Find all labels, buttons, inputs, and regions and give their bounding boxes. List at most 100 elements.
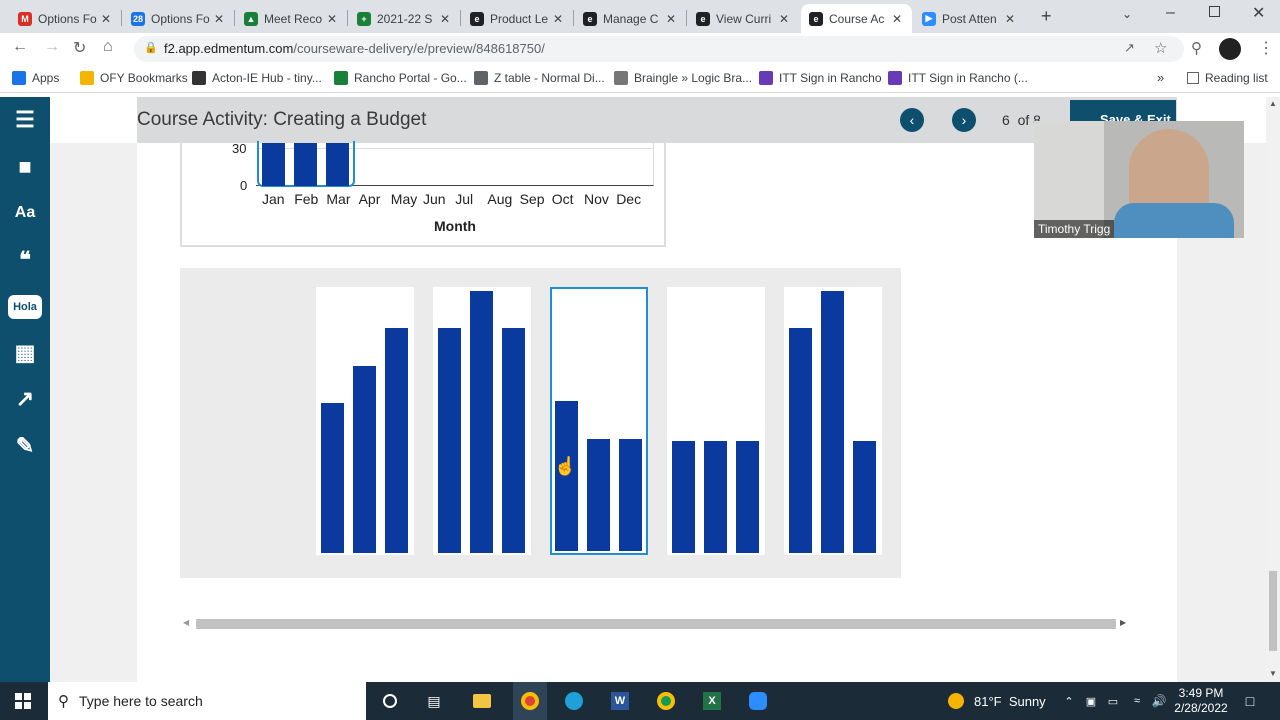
bookmark-item[interactable]: Rancho Portal - Go... [334,71,467,85]
tab-title: Post Atten [942,11,997,26]
close-tab-icon[interactable]: ✕ [664,12,678,26]
bookmark-item[interactable]: Acton-IE Hub - tiny... [192,71,322,85]
weather-widget[interactable]: 81°F Sunny [948,682,1058,720]
tray-overflow-icon[interactable]: ⌃ [1060,682,1078,720]
maximize-button[interactable] [1209,6,1220,17]
back-icon[interactable]: ← [12,38,28,56]
notifications-icon[interactable]: □ [1238,682,1262,720]
browser-tab[interactable]: M Options Fo ✕ [10,4,121,33]
bookmark-item[interactable]: Z table - Normal Di... [474,71,605,85]
chrome-icon[interactable] [513,682,547,720]
video-overlay: Timothy Trigg [1034,121,1244,238]
page-title: Course Activity: Creating a Budget [137,109,427,130]
browser-tab[interactable]: ▲ Meet Reco ✕ [236,4,347,33]
home-icon[interactable]: ⌂ [103,38,113,56]
close-tab-icon[interactable]: ✕ [551,12,565,26]
bookmark-item[interactable]: Apps [12,71,59,85]
excel-icon[interactable]: X [698,682,726,720]
browser-tab[interactable]: e Product Le ✕ [462,4,573,33]
close-tab-icon[interactable]: ✕ [212,12,226,26]
globe-icon [474,71,488,85]
option-bar [853,441,876,553]
vertical-scroll-thumb[interactable] [1269,571,1277,651]
browser-tab[interactable]: +2021-22 S ✕ [349,4,460,33]
close-tab-icon[interactable]: ✕ [777,12,791,26]
menu-icon[interactable]: ☰ [8,103,42,137]
close-tab-icon[interactable]: ✕ [438,12,452,26]
scroll-thumb[interactable] [196,619,1116,629]
chrome-profile-icon[interactable] [652,682,680,720]
close-tab-icon[interactable]: ✕ [99,12,113,26]
forms-icon [759,71,773,85]
bookmark-label: OFY Bookmarks [100,71,188,85]
edmentum-icon: e [696,11,710,26]
close-tab-icon[interactable]: ✕ [1003,12,1017,26]
bookmark-item[interactable]: Braingle » Logic Bra... [614,71,752,85]
address-bar[interactable]: 🔒 f2.app.edmentum.com/courseware-deliver… [134,36,1184,62]
scroll-up-icon[interactable]: ▲ [1269,99,1277,108]
meet-now-icon[interactable]: ▣ [1082,682,1100,720]
bookmark-item[interactable]: OFY Bookmarks [80,71,188,85]
answer-option[interactable] [667,287,765,555]
vertical-scrollbar[interactable]: ▲ ▼ [1266,97,1280,682]
calculator-icon[interactable]: ▦ [8,336,42,370]
browser-menu-icon[interactable]: ⋮ [1258,38,1274,58]
horizontal-scrollbar[interactable]: ◀ ▶ [180,616,1130,632]
graph-icon[interactable]: ↗ [8,382,42,416]
battery-icon[interactable]: ▭ [1104,682,1122,720]
cortana-icon[interactable] [376,682,404,720]
file-explorer-icon[interactable] [468,682,496,720]
extensions-icon[interactable]: ⚲ [1191,39,1202,57]
bookmark-item[interactable]: ITT Sign in Rancho (... [888,71,1028,85]
bookmark-item[interactable]: ITT Sign in Rancho [759,71,882,85]
reading-list-button[interactable]: Reading list [1187,71,1268,85]
edge-icon[interactable] [560,682,588,720]
previous-page-button[interactable]: ‹ [900,108,924,132]
translate-icon[interactable]: Hola [8,295,42,319]
profile-avatar[interactable] [1219,38,1241,60]
browser-tab[interactable]: ▶ Post Atten ✕ [914,4,1025,33]
task-view-icon[interactable]: ▤ [420,682,448,720]
dictionary-icon[interactable]: Aa [8,196,42,230]
option-bar [353,366,376,553]
answer-option[interactable] [784,287,882,555]
answer-option[interactable] [550,287,648,555]
bookmark-star-icon[interactable]: ☆ [1154,39,1167,57]
month-label: Mar [326,191,351,207]
option-bar [470,291,493,553]
browser-tab[interactable]: e Manage C ✕ [575,4,686,33]
reload-icon[interactable]: ↻ [73,38,86,58]
close-tab-icon[interactable]: ✕ [890,12,904,26]
scroll-right-icon[interactable]: ▶ [1120,618,1126,627]
close-tab-icon[interactable]: ✕ [325,12,339,26]
scroll-left-icon[interactable]: ◀ [183,618,189,627]
wifi-icon[interactable]: ≈ [1128,682,1146,720]
highlighter-icon[interactable]: ✎ [8,429,42,463]
browser-tab[interactable]: e View Curri ✕ [688,4,799,33]
clock[interactable]: 3:49 PM 2/28/2022 [1170,682,1232,720]
taskbar-search[interactable]: ⚲ Type here to search [48,682,366,720]
close-window-button[interactable]: ✕ [1252,3,1265,23]
minimize-button[interactable]: – [1166,4,1175,22]
volume-icon[interactable]: 🔊 [1150,682,1168,720]
forward-icon[interactable]: → [44,38,60,56]
chart-bar [294,143,317,186]
word-icon[interactable]: W [606,682,634,720]
new-tab-button[interactable]: + [1041,6,1052,27]
zoom-icon[interactable] [744,682,772,720]
answer-option[interactable] [433,287,531,555]
bookmark-label: ITT Sign in Rancho (... [908,71,1028,85]
month-label: Nov [584,191,609,207]
next-page-button[interactable]: › [952,108,976,132]
start-button[interactable] [10,682,36,720]
audio-icon[interactable]: ❝ [8,243,42,277]
browser-tab[interactable]: 28 Options Fo ✕ [123,4,234,33]
bookmarks-overflow-icon[interactable]: » [1157,70,1164,85]
answer-option[interactable] [316,287,414,555]
browser-tab[interactable]: e Course Ac ✕ [801,4,912,33]
share-icon[interactable]: ↗ [1124,40,1135,56]
tab-search-icon[interactable]: ⌄ [1122,7,1132,21]
scroll-down-icon[interactable]: ▼ [1269,669,1277,678]
browser-tab-strip: M Options Fo ✕ 28 Options Fo ✕ ▲ Meet Reco ✕ +202… [0,0,1280,33]
folder-icon[interactable]: ■ [8,150,42,184]
